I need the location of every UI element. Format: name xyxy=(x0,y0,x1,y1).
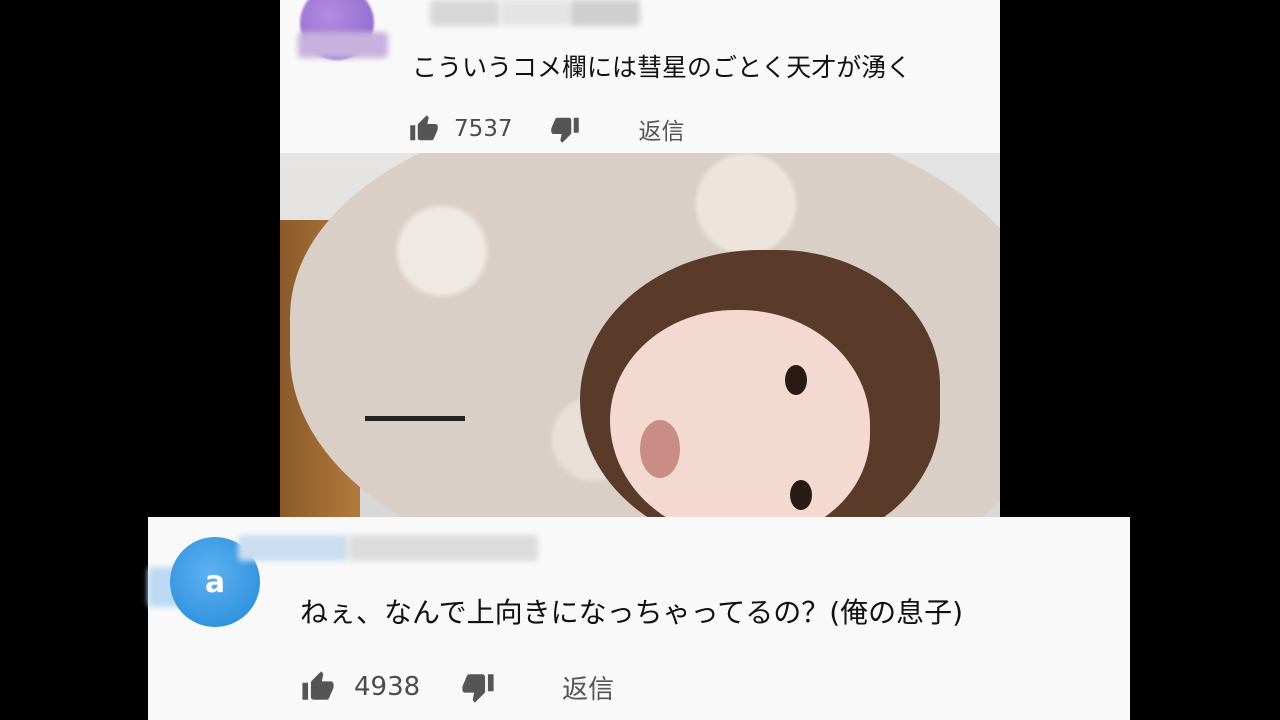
blurred-name xyxy=(348,535,538,561)
thumb-down-icon[interactable] xyxy=(460,670,496,704)
blurred-name xyxy=(298,32,388,58)
lips xyxy=(640,420,680,478)
thumb-down-icon[interactable] xyxy=(549,114,581,144)
like-count: 4938 xyxy=(354,672,421,702)
thumb-up-icon[interactable] xyxy=(408,114,440,144)
blurred-name xyxy=(238,535,348,561)
reply-button[interactable]: 返信 xyxy=(639,112,685,146)
blurred-name xyxy=(570,0,640,26)
comment-actions: 4938 返信 xyxy=(300,667,614,707)
comment-text: ねぇ、なんで上向きになっちゃってるの？(俺の息子) xyxy=(300,596,964,629)
video-frame xyxy=(280,150,1000,520)
zipper xyxy=(365,416,465,421)
comment-text: こういうコメ欄には彗星のごとく天才が湧く xyxy=(412,53,912,82)
blurred-name xyxy=(430,0,500,26)
reply-button[interactable]: 返信 xyxy=(562,669,614,706)
like-count: 7537 xyxy=(454,116,513,142)
comment-card-top: こういうコメ欄には彗星のごとく天才が湧く 7537 返信 xyxy=(280,0,1000,153)
blurred-name xyxy=(500,0,570,26)
comment-card-bottom: a ねぇ、なんで上向きになっちゃってるの？(俺の息子) 4938 返信 xyxy=(148,517,1130,720)
thumb-up-icon[interactable] xyxy=(300,670,336,704)
eye xyxy=(785,365,807,395)
eye xyxy=(790,480,812,510)
comment-actions: 7537 返信 xyxy=(408,112,685,146)
